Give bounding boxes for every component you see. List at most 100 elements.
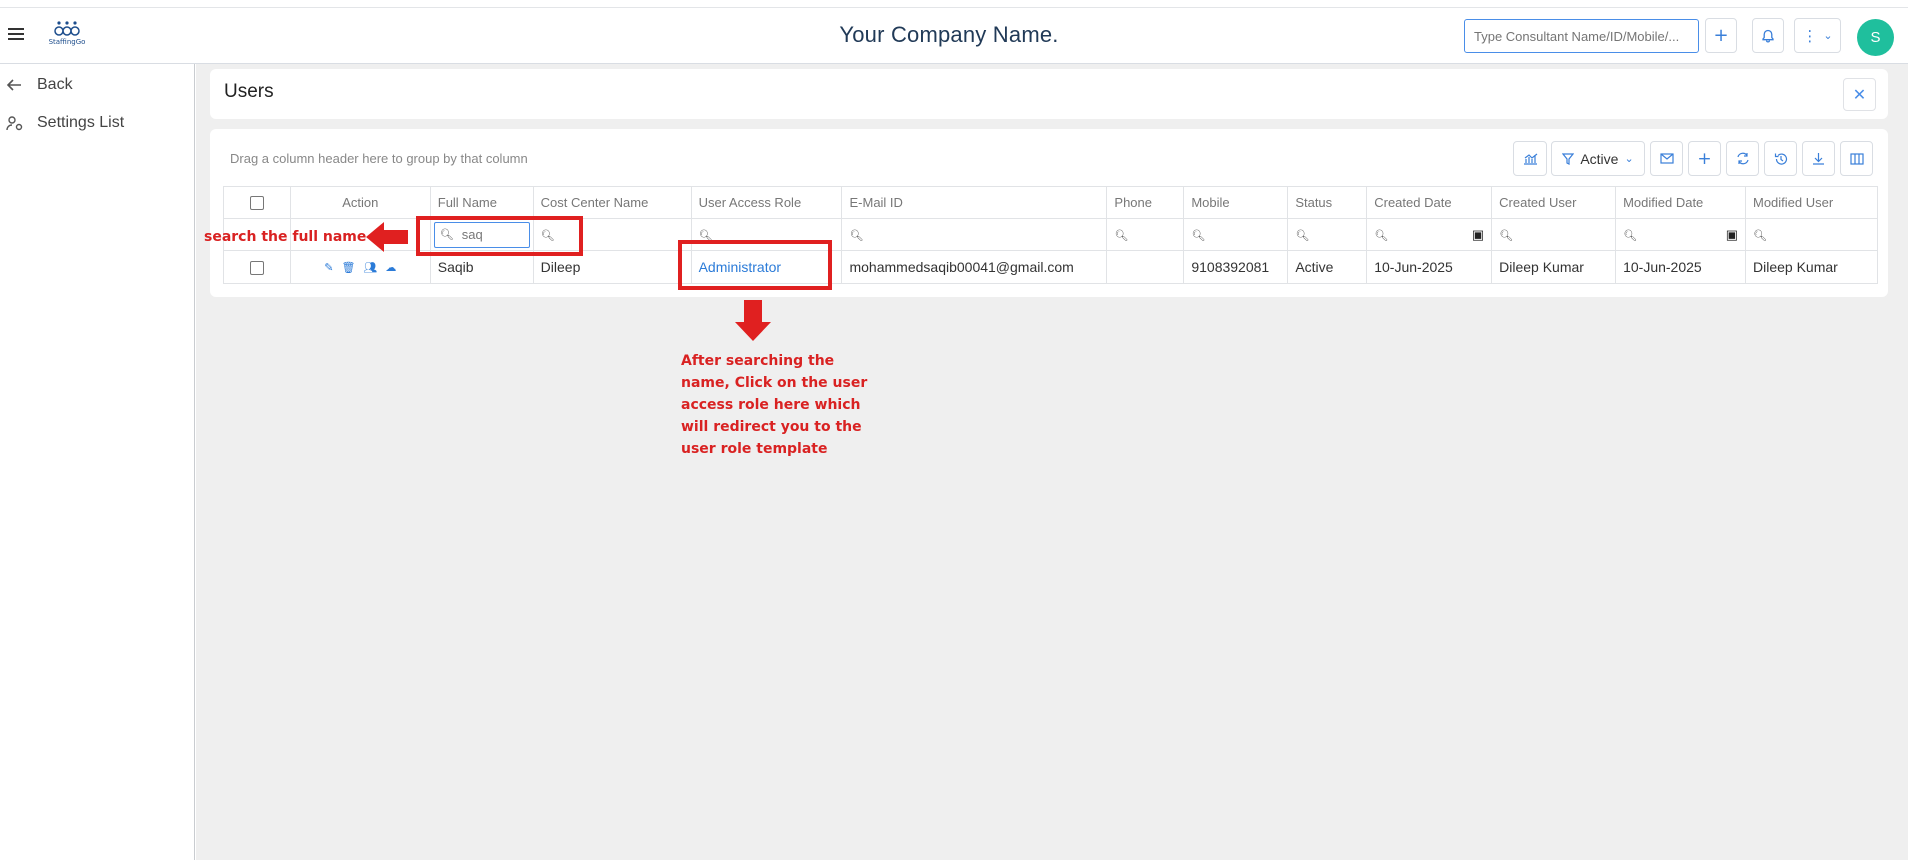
delete-icon[interactable]: 🗑︎: [341, 261, 355, 274]
plus-icon: +: [1697, 148, 1712, 169]
plus-icon: +: [1713, 25, 1729, 46]
annotation-note: After searching the name, Click on the u…: [681, 350, 867, 460]
edit-icon[interactable]: ✎: [324, 261, 333, 274]
chevron-down-icon: ⌄: [1624, 153, 1634, 165]
sidebar-item-back[interactable]: Back: [6, 72, 73, 98]
column-chooser-button[interactable]: [1840, 141, 1873, 176]
select-all-cell: [223, 186, 291, 219]
calendar-icon[interactable]: ▣: [1726, 227, 1738, 243]
column-header[interactable]: Modified User: [1744, 186, 1879, 219]
sidebar-item-label: Back: [37, 76, 73, 93]
column-header[interactable]: Cost Center Name: [532, 186, 692, 219]
group-panel-hint: Drag a column header here to group by th…: [230, 151, 528, 166]
filter-icon: [1562, 152, 1575, 165]
select-all-checkbox[interactable]: [249, 196, 264, 211]
phone-cell: [1106, 250, 1185, 284]
add-button[interactable]: +: [1705, 18, 1737, 53]
email-filter[interactable]: 🔍︎: [841, 218, 1108, 251]
sidebar: Back Settings List: [0, 64, 195, 860]
mobile-cell: 9108392081: [1183, 250, 1289, 284]
search-icon: 🔍︎: [1499, 230, 1514, 242]
close-icon: ✕: [1852, 85, 1867, 104]
row-select-cell: [223, 250, 291, 284]
cloud-upload-icon[interactable]: ☁︎: [385, 261, 396, 274]
arrow-left-icon: [6, 78, 26, 92]
email-cell: mohammedsaqib00041@gmail.com: [841, 250, 1108, 284]
annotation-note-line: After searching the: [681, 353, 835, 369]
close-button[interactable]: ✕: [1843, 78, 1876, 111]
created-date-filter[interactable]: 🔍︎ ▣: [1366, 218, 1493, 251]
column-header[interactable]: Created User: [1491, 186, 1617, 219]
sidebar-item-label: Settings List: [37, 114, 125, 131]
more-options-button[interactable]: ⋮ ⌄: [1794, 18, 1841, 53]
mobile-filter[interactable]: 🔍︎: [1183, 218, 1289, 251]
created-date-cell: 10-Jun-2025: [1366, 250, 1493, 284]
search-icon: 🔍︎: [1374, 229, 1389, 242]
modified-user-cell: Dileep Kumar: [1744, 250, 1879, 284]
annotation-note-line: access role here which: [681, 397, 861, 413]
page-header-card: Users ✕: [210, 69, 1888, 119]
created-user-cell: Dileep Kumar: [1491, 250, 1617, 284]
main-content: Users ✕ Drag a column header here to gro…: [196, 64, 1908, 860]
column-header[interactable]: User Access Role: [690, 186, 843, 219]
annotation-highlight-role: [678, 240, 832, 290]
status-filter[interactable]: 🔍︎: [1287, 218, 1368, 251]
notifications-button[interactable]: [1752, 18, 1784, 53]
created-user-filter[interactable]: 🔍︎: [1491, 218, 1617, 251]
group-users-icon[interactable]: 👥︎: [363, 261, 377, 274]
top-header: StaffingGo Your Company Name. + ⋮⌄ S: [0, 7, 1908, 64]
annotation-highlight-filter: [416, 216, 583, 256]
sidebar-item-settings-list[interactable]: Settings List: [6, 110, 124, 136]
mail-icon: [1659, 153, 1674, 164]
column-header[interactable]: Full Name: [429, 186, 534, 219]
annotation-note-line: will redirect you to the: [681, 419, 862, 435]
history-button[interactable]: [1764, 141, 1797, 176]
status-filter-value: Active: [1580, 150, 1619, 167]
column-header[interactable]: E-Mail ID: [841, 186, 1108, 219]
page-title: Users: [224, 81, 274, 102]
column-header[interactable]: Mobile: [1183, 186, 1289, 219]
download-button[interactable]: [1802, 141, 1835, 176]
modified-user-filter[interactable]: 🔍︎: [1744, 218, 1879, 251]
phone-filter[interactable]: 🔍︎: [1106, 218, 1185, 251]
status-cell: Active: [1287, 250, 1368, 284]
search-icon: 🔍︎: [1114, 230, 1129, 242]
user-settings-icon: [6, 115, 26, 131]
chart-button[interactable]: [1513, 141, 1547, 176]
refresh-button[interactable]: [1726, 141, 1759, 176]
column-header[interactable]: Phone: [1106, 186, 1185, 219]
calendar-icon[interactable]: ▣: [1472, 227, 1484, 243]
column-header[interactable]: Status: [1287, 186, 1368, 219]
search-icon: 🔍︎: [1295, 230, 1310, 242]
chevron-down-icon: ⌄: [1823, 29, 1833, 42]
modified-date-cell: 10-Jun-2025: [1615, 250, 1746, 284]
search-icon: 🔍︎: [1191, 230, 1206, 242]
action-cell: ✎ 🗑︎ 👥︎ ☁︎: [289, 250, 431, 284]
avatar[interactable]: S: [1857, 19, 1894, 56]
columns-icon: [1849, 152, 1864, 165]
status-filter-dropdown[interactable]: Active ⌄: [1551, 141, 1645, 176]
more-vertical-icon: ⋮: [1802, 26, 1818, 45]
annotation-note-line: user role template: [681, 441, 828, 457]
users-grid-card: Drag a column header here to group by th…: [210, 129, 1888, 297]
email-button[interactable]: [1650, 141, 1683, 176]
column-header[interactable]: Modified Date: [1615, 186, 1746, 219]
column-header[interactable]: Action: [289, 186, 431, 219]
row-checkbox[interactable]: [249, 261, 264, 276]
search-icon: 🔍︎: [1623, 229, 1638, 242]
annotation-note-line: name, Click on the user: [681, 375, 868, 391]
modified-date-filter[interactable]: 🔍︎ ▣: [1615, 218, 1746, 251]
search-icon: 🔍︎: [849, 230, 864, 242]
add-user-button[interactable]: +: [1688, 141, 1721, 176]
consultant-search-input[interactable]: [1464, 19, 1699, 53]
download-icon: [1813, 153, 1824, 165]
column-header[interactable]: Created Date: [1366, 186, 1493, 219]
header-row: Action Full Name Cost Center Name User A…: [223, 186, 1879, 219]
refresh-icon: [1736, 152, 1749, 165]
bell-icon: [1762, 29, 1774, 42]
annotation-arrow-down-icon: [735, 300, 771, 341]
annotation-search-label: search the full name: [204, 229, 367, 245]
chart-icon: [1523, 153, 1537, 165]
annotation-arrow-left-icon: [366, 222, 408, 252]
history-icon: [1774, 152, 1787, 165]
